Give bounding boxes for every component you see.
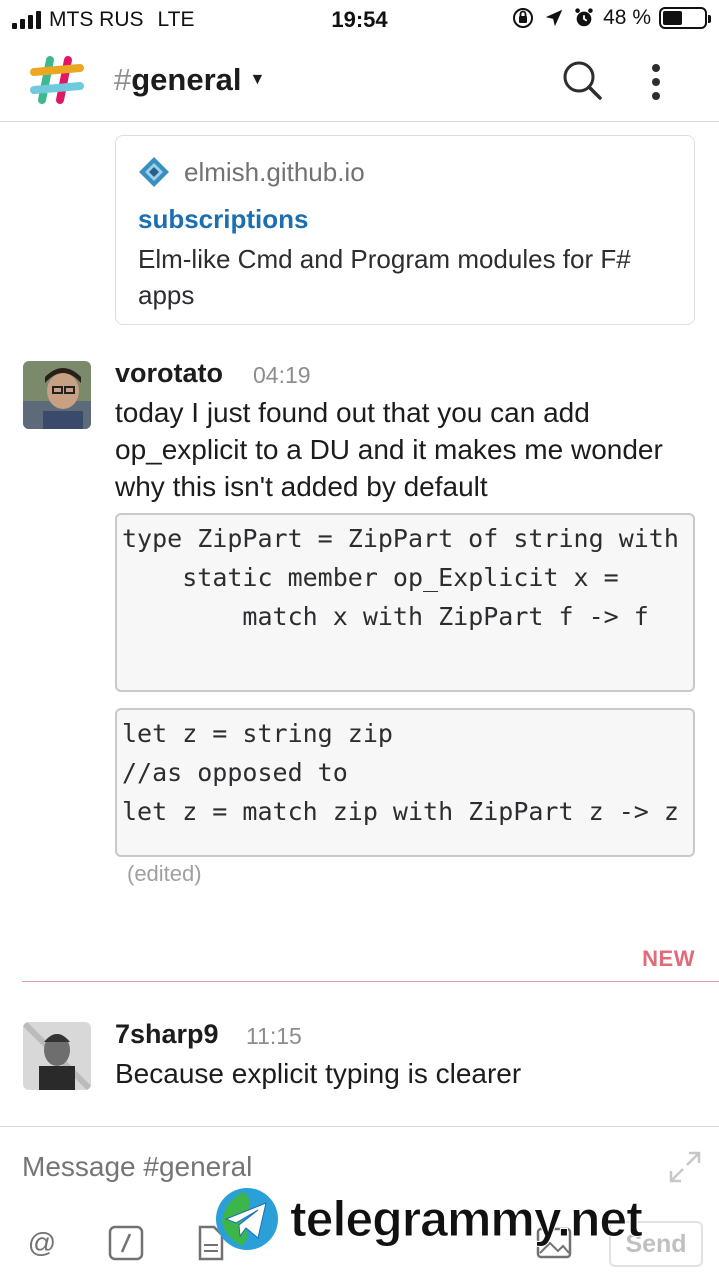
code-line: static member op_Explicit x =: [122, 563, 619, 592]
avatar[interactable]: [23, 361, 91, 429]
battery-percent: 48 %: [603, 6, 651, 29]
watermark-text: telegrammy.net: [290, 1191, 644, 1248]
channel-title[interactable]: # general ▼: [114, 62, 265, 98]
new-messages-divider: [22, 981, 719, 982]
location-icon: [545, 9, 563, 27]
status-bar: MTS RUS LTE 19:54 48 %: [0, 0, 719, 40]
site-favicon-icon: [139, 157, 169, 187]
edited-label: (edited): [127, 861, 202, 886]
code-line: //as opposed to: [122, 758, 348, 787]
message-timestamp: 11:15: [246, 1023, 302, 1049]
link-preview[interactable]: elmish.github.io subscriptions Elm-like …: [115, 135, 695, 325]
channel-name: general: [131, 62, 242, 97]
preview-title-link[interactable]: subscriptions: [138, 204, 672, 235]
slash-command-button[interactable]: [106, 1223, 146, 1263]
preview-description: Elm-like Cmd and Program modules for F# …: [138, 244, 631, 310]
new-messages-label: NEW: [642, 946, 695, 971]
code-line: match x with ZipPart f -> f: [122, 602, 649, 631]
telegram-logo-icon: [216, 1188, 278, 1250]
at-icon: @: [27, 1227, 57, 1258]
orientation-lock-icon: [513, 8, 534, 28]
channel-header: # general ▼: [0, 40, 719, 122]
message-input[interactable]: [22, 1151, 642, 1183]
chevron-down-icon: ▼: [249, 71, 266, 88]
slash-icon: [108, 1225, 144, 1261]
message-timestamp: 04:19: [253, 362, 311, 388]
alarm-icon: [575, 8, 593, 27]
message-author[interactable]: vorotato: [115, 358, 223, 389]
message-text: Because explicit typing is clearer: [115, 1058, 522, 1089]
avatar[interactable]: [23, 1022, 91, 1090]
slack-logo-icon[interactable]: [28, 54, 86, 106]
code-line: let z = string zip: [122, 719, 393, 748]
code-line: let z = match zip with ZipPart z -> z: [122, 797, 679, 826]
preview-site: elmish.github.io: [184, 156, 365, 187]
code-block: type ZipPart = ZipPart of string with st…: [115, 513, 695, 692]
mention-button[interactable]: @: [22, 1223, 62, 1263]
more-options-icon[interactable]: [642, 62, 670, 102]
message-author[interactable]: 7sharp9: [115, 1019, 219, 1050]
watermark: telegrammy.net: [214, 1186, 644, 1252]
message-text: today I just found out that you can add …: [115, 397, 663, 502]
channel-hash: #: [114, 62, 132, 97]
code-block: let z = string zip //as opposed to let z…: [115, 708, 695, 857]
search-icon[interactable]: [560, 58, 604, 102]
battery-icon: [659, 7, 711, 29]
expand-icon[interactable]: [667, 1149, 703, 1185]
code-line: type ZipPart = ZipPart of string with: [122, 524, 679, 553]
